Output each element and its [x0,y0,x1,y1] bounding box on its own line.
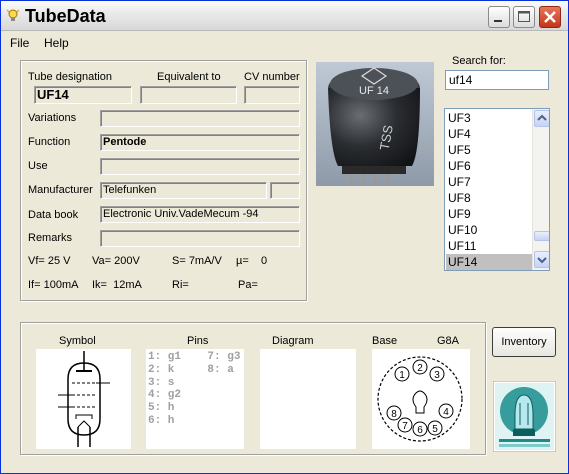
list-item[interactable]: UF4 [446,126,532,142]
maximize-icon [518,11,530,22]
list-item[interactable]: UF3 [446,110,532,126]
variations-field[interactable] [100,110,300,127]
list-item[interactable]: UF10 [446,222,532,238]
variations-label: Variations [28,112,77,124]
search-label: Search for: [452,55,506,67]
cv-number-field[interactable] [244,86,300,104]
manufacturer-label: Manufacturer [28,184,93,196]
base-pin-2: 2 [417,363,423,374]
spec-if: If= 100mA [28,279,79,291]
spec-ri: Ri= [172,279,189,291]
use-label: Use [28,160,48,172]
chevron-up-icon [537,114,547,121]
base-pin-5: 5 [432,424,438,435]
symbol-box [36,349,131,449]
base-label: Base [372,335,398,347]
window-title: TubeData [25,6,106,26]
base-type: G8A [437,335,460,347]
list-item[interactable]: UF9 [446,206,532,222]
base-pinout-diagram: 1 2 3 4 5 6 7 8 [377,356,463,442]
title-bar[interactable]: TubeData [1,1,568,31]
search-input[interactable]: uf14 [445,70,549,90]
databook-field[interactable]: Electronic Univ.VadeMecum -94 [100,206,300,223]
close-icon [544,11,556,23]
remarks-label: Remarks [28,232,73,244]
scroll-up-button[interactable] [534,110,549,127]
tube-logo-icon [493,381,556,452]
base-pin-4: 4 [443,407,449,418]
close-button[interactable] [539,6,561,28]
databook-label: Data book [28,209,79,221]
manufacturer-field[interactable]: Telefunken [100,182,267,199]
pentode-symbol-icon [58,351,110,447]
base-pin-1: 1 [399,370,405,381]
tube-designation-field[interactable]: UF14 [34,86,132,104]
spec-mu: µ= 0 [236,255,268,267]
spec-va: Va= 200V [92,255,140,267]
list-item-selected[interactable]: UF14 [446,254,532,270]
cv-number-label: CV number [244,71,300,83]
menu-file[interactable]: File [10,36,29,50]
symbol-label: Symbol [59,335,96,347]
remarks-field[interactable] [100,230,300,247]
base-pin-3: 3 [434,370,440,381]
spec-vf: Vf= 25 V [28,255,71,267]
lightbulb-icon [6,9,20,21]
base-pin-6: 6 [417,425,423,436]
photo-tube-text: UF 14 [359,85,389,97]
function-field[interactable]: Pentode [100,134,300,151]
list-scrollbar[interactable] [532,109,549,270]
spec-pa: Pa= [238,279,258,291]
spec-s: S= 7mA/V [172,255,222,267]
use-field[interactable] [100,158,300,175]
base-pin-8: 8 [391,409,397,420]
scroll-down-button[interactable] [534,251,549,268]
list-item[interactable]: UF8 [446,190,532,206]
equivalent-label: Equivalent to [157,71,221,83]
list-item[interactable]: UF5 [446,142,532,158]
manufacturer-extra-field[interactable] [270,182,300,199]
main-window: TubeData File Help Tube designation Equi… [0,0,569,474]
spec-ik: Ik= 12mA [92,279,142,291]
list-item[interactable]: UF6 [446,158,532,174]
pins-label: Pins [187,335,209,347]
menu-bar: File Help [1,32,568,54]
scroll-thumb[interactable] [534,231,549,241]
list-item[interactable]: UF11 [446,238,532,254]
maximize-button[interactable] [513,6,535,28]
function-label: Function [28,136,71,148]
equivalent-field[interactable] [140,86,237,104]
base-pin-7: 7 [402,421,408,432]
tube-list[interactable]: UF3 UF4 UF5 UF6 UF7 UF8 UF9 UF10 UF11 UF… [444,108,550,271]
minimize-button[interactable] [488,6,510,28]
chevron-down-icon [537,257,547,264]
menu-help[interactable]: Help [44,36,69,50]
tube-photo: UF 14 TSS [316,62,434,186]
pins-text: 1: g1 7: g3 2: k 8: a 3: s 4: g2 5: h 6:… [148,351,241,427]
minimize-icon [494,20,502,22]
diagram-box [260,349,356,449]
inventory-button[interactable]: Inventory [492,327,556,357]
tube-designation-label: Tube designation [28,71,112,83]
base-box: 1 2 3 4 5 6 7 8 [372,349,470,449]
pins-box: 1: g1 7: g3 2: k 8: a 3: s 4: g2 5: h 6:… [146,349,244,449]
list-item[interactable]: UF7 [446,174,532,190]
diagram-label: Diagram [272,335,314,347]
